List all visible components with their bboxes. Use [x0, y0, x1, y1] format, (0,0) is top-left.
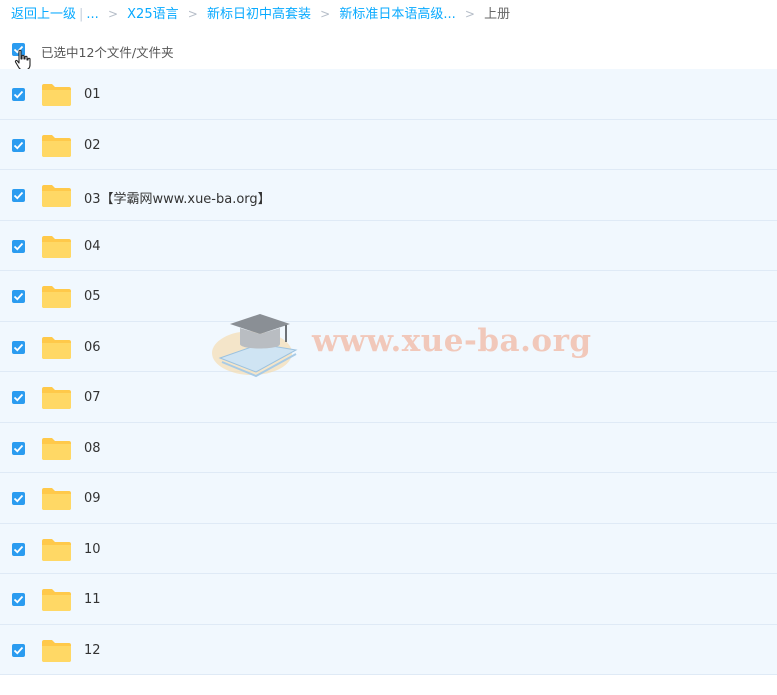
- selection-summary: 已选中12个文件/文件夹: [41, 45, 174, 60]
- folder-icon: [42, 84, 71, 106]
- file-row[interactable]: 05: [0, 271, 777, 322]
- file-name[interactable]: 07: [84, 390, 101, 405]
- hand-cursor-icon: [14, 49, 31, 71]
- file-list: 01 02 03【学霸网www.xue-ba.org】 04 05 06 07 08 09 10 1…: [0, 69, 777, 675]
- file-row[interactable]: 03【学霸网www.xue-ba.org】: [0, 170, 777, 221]
- file-name[interactable]: 12: [84, 643, 101, 658]
- folder-icon: [42, 387, 71, 409]
- file-row[interactable]: 08: [0, 422, 777, 473]
- folder-icon: [42, 336, 71, 359]
- file-row[interactable]: 04: [0, 220, 777, 271]
- breadcrumb-item[interactable]: X25语言: [127, 7, 178, 22]
- row-checkbox[interactable]: [12, 138, 25, 152]
- file-name[interactable]: 08: [84, 441, 101, 456]
- row-checkbox[interactable]: [12, 441, 25, 455]
- row-checkbox[interactable]: [12, 189, 25, 202]
- chevron-right-icon: >: [107, 7, 119, 21]
- folder-icon: [42, 538, 71, 561]
- row-checkbox[interactable]: [12, 643, 25, 657]
- row-checkbox[interactable]: [12, 492, 25, 505]
- row-checkbox[interactable]: [12, 593, 25, 606]
- folder-icon: [42, 589, 71, 611]
- breadcrumb-item[interactable]: 新标准日本语高级...: [339, 7, 455, 22]
- file-row[interactable]: 10: [0, 523, 777, 574]
- chevron-right-icon: >: [187, 7, 198, 21]
- file-name[interactable]: 04: [84, 239, 101, 254]
- file-row[interactable]: 02: [0, 119, 777, 170]
- row-checkbox[interactable]: [12, 542, 25, 556]
- file-name[interactable]: 05: [84, 289, 101, 304]
- folder-icon: [42, 488, 71, 510]
- file-row[interactable]: 11: [0, 574, 777, 625]
- row-checkbox[interactable]: [12, 290, 25, 303]
- file-row[interactable]: 01: [0, 69, 777, 120]
- file-name[interactable]: 03【学霸网www.xue-ba.org】: [84, 188, 271, 207]
- chevron-right-icon: >: [320, 7, 331, 21]
- folder-icon: [42, 437, 71, 460]
- breadcrumb-current: 上册: [484, 7, 511, 22]
- file-name[interactable]: 01: [84, 87, 101, 102]
- folder-icon: [42, 235, 71, 258]
- file-name[interactable]: 11: [84, 592, 101, 607]
- file-name[interactable]: 02: [84, 138, 101, 153]
- back-link[interactable]: 返回上一级: [11, 7, 76, 22]
- file-row[interactable]: 12: [0, 624, 777, 675]
- breadcrumb-ellipsis[interactable]: ...: [86, 7, 98, 22]
- file-row[interactable]: 06: [0, 321, 777, 372]
- row-checkbox[interactable]: [12, 340, 25, 354]
- folder-icon: [42, 639, 71, 662]
- folder-icon: [42, 286, 71, 308]
- breadcrumb: 返回上一级 |... > X25语言 > 新标日初中高套装 > 新标准日本语高级.…: [11, 5, 510, 23]
- row-checkbox[interactable]: [12, 391, 25, 404]
- file-name[interactable]: 06: [84, 340, 101, 355]
- chevron-right-icon: >: [464, 7, 475, 21]
- folder-icon: [42, 185, 71, 207]
- file-name[interactable]: 09: [84, 491, 101, 506]
- breadcrumb-item[interactable]: 新标日初中高套装: [207, 7, 311, 22]
- file-row[interactable]: 09: [0, 473, 777, 524]
- breadcrumb-divider: |: [79, 7, 84, 22]
- selection-bar: 已选中12个文件/文件夹: [0, 37, 777, 71]
- file-row[interactable]: 07: [0, 372, 777, 423]
- file-name[interactable]: 10: [84, 542, 101, 557]
- row-checkbox[interactable]: [12, 88, 25, 101]
- row-checkbox[interactable]: [12, 239, 25, 253]
- folder-icon: [42, 134, 71, 157]
